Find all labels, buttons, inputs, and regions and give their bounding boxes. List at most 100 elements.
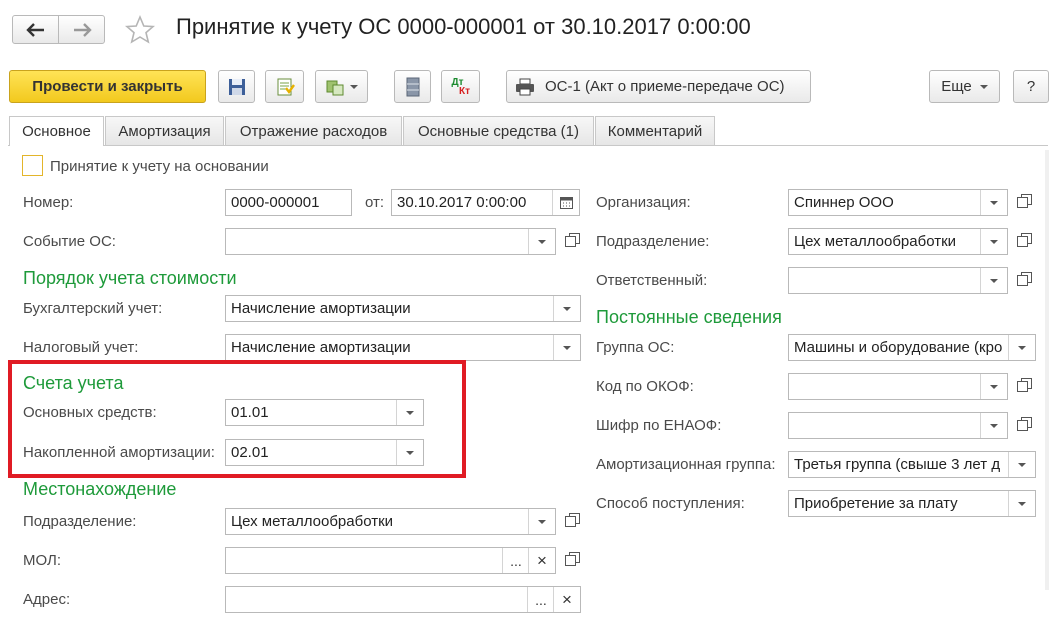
fixed-assets-account-select[interactable]: 01.01 xyxy=(225,399,424,426)
favorite-star-icon[interactable] xyxy=(124,14,156,46)
open-enaof-button[interactable] xyxy=(1011,412,1033,439)
address-clear-button[interactable]: × xyxy=(553,587,580,612)
floppy-disk-icon xyxy=(228,78,245,95)
chevron-down-icon[interactable] xyxy=(553,335,580,360)
chevron-down-icon[interactable] xyxy=(553,296,580,321)
help-label: ? xyxy=(1026,78,1036,95)
create-based-on-icon xyxy=(326,80,343,95)
more-button[interactable]: Еще xyxy=(929,70,1000,103)
register-movements-button[interactable] xyxy=(394,70,431,103)
chevron-down-icon[interactable] xyxy=(980,229,1007,254)
chevron-down-icon xyxy=(979,84,988,89)
chevron-down-icon[interactable] xyxy=(980,413,1007,438)
tab-fixed-assets[interactable]: Основные средства (1) xyxy=(403,116,594,145)
tab-expenses[interactable]: Отражение расходов xyxy=(225,116,402,145)
address-select-button[interactable]: ... xyxy=(527,587,554,612)
enaof-select[interactable] xyxy=(788,412,1008,439)
accounting-label: Бухгалтерский учет: xyxy=(23,300,163,317)
open-window-icon xyxy=(564,233,580,247)
print-form-button[interactable]: ОС-1 (Акт о приеме-передаче ОС) xyxy=(506,70,811,103)
number-input[interactable]: 0000-000001 xyxy=(225,189,352,216)
open-okof-button[interactable] xyxy=(1011,373,1033,400)
calendar-icon xyxy=(559,197,573,209)
responsible-select[interactable] xyxy=(788,267,1008,294)
event-select[interactable] xyxy=(225,228,556,255)
open-window-icon xyxy=(1016,194,1032,208)
chevron-down-icon[interactable] xyxy=(980,374,1007,399)
mol-select-button[interactable]: ... xyxy=(502,548,529,573)
open-window-icon xyxy=(564,552,580,566)
group-label: Группа ОС: xyxy=(596,339,675,356)
open-right-division-button[interactable] xyxy=(1011,228,1033,255)
mol-input[interactable]: ... × xyxy=(225,547,556,574)
arrow-right-icon xyxy=(73,22,92,37)
chevron-down-icon[interactable] xyxy=(396,400,423,425)
ellipsis-icon: ... xyxy=(510,552,522,569)
clear-icon: × xyxy=(562,589,572,609)
chevron-down-icon[interactable] xyxy=(396,440,423,465)
back-button[interactable] xyxy=(12,15,59,44)
more-label: Еще xyxy=(941,78,972,95)
database-icon xyxy=(406,77,419,96)
open-division-button[interactable] xyxy=(559,508,581,535)
chevron-down-icon[interactable] xyxy=(1008,452,1035,477)
tab-depreciation[interactable]: Амортизация xyxy=(105,116,224,145)
tab-comment-label: Комментарий xyxy=(607,122,703,140)
post-button[interactable] xyxy=(265,70,304,103)
chevron-down-icon[interactable] xyxy=(528,229,555,254)
date-input[interactable]: 30.10.2017 0:00:00 xyxy=(391,189,580,216)
open-window-icon xyxy=(1016,417,1032,431)
chevron-down-icon[interactable] xyxy=(980,268,1007,293)
tab-comment[interactable]: Комментарий xyxy=(595,116,715,145)
open-window-icon xyxy=(1016,378,1032,392)
organization-select[interactable]: Спиннер ООО xyxy=(788,189,1008,216)
printer-icon xyxy=(516,78,534,95)
tab-depreciation-label: Амортизация xyxy=(118,122,211,140)
help-button[interactable]: ? xyxy=(1013,70,1049,103)
forward-button[interactable] xyxy=(58,15,105,44)
depreciation-account-select[interactable]: 02.01 xyxy=(225,439,424,466)
page-title: Принятие к учету ОС 0000-000001 от 30.10… xyxy=(176,14,751,39)
post-and-close-button[interactable]: Провести и закрыть xyxy=(9,70,206,103)
open-responsible-button[interactable] xyxy=(1011,267,1033,294)
calendar-button[interactable] xyxy=(552,190,579,215)
address-input[interactable]: ... × xyxy=(225,586,581,613)
location-section-title: Местонахождение xyxy=(23,479,177,499)
chevron-down-icon xyxy=(349,84,358,89)
open-mol-button[interactable] xyxy=(559,547,581,574)
open-event-button[interactable] xyxy=(559,228,581,255)
clear-icon: × xyxy=(537,550,547,570)
division-select[interactable]: Цех металлообработки xyxy=(225,508,556,535)
dt-kt-button[interactable]: Дт Кт xyxy=(441,70,480,103)
accounting-select[interactable]: Начисление амортизации xyxy=(225,295,581,322)
mol-clear-button[interactable]: × xyxy=(528,548,555,573)
save-button[interactable] xyxy=(218,70,255,103)
post-document-icon xyxy=(277,78,295,95)
right-division-label: Подразделение: xyxy=(596,233,710,250)
chevron-down-icon[interactable] xyxy=(1008,335,1035,360)
group-select[interactable]: Машины и оборудование (кро xyxy=(788,334,1036,361)
chevron-down-icon[interactable] xyxy=(980,190,1007,215)
chevron-down-icon[interactable] xyxy=(528,509,555,534)
tax-select[interactable]: Начисление амортизации xyxy=(225,334,581,361)
vertical-scrollbar[interactable] xyxy=(1045,150,1049,590)
receipt-method-select[interactable]: Приобретение за плату xyxy=(788,490,1036,517)
mol-label: МОЛ: xyxy=(23,552,62,569)
amort-group-select[interactable]: Третья группа (свыше 3 лет д xyxy=(788,451,1036,478)
tab-main[interactable]: Основное xyxy=(9,116,104,146)
open-window-icon xyxy=(564,513,580,527)
okof-select[interactable] xyxy=(788,373,1008,400)
create-based-on-button[interactable] xyxy=(315,70,368,103)
date-from-label: от: xyxy=(365,194,385,211)
basis-checkbox[interactable] xyxy=(22,155,43,176)
event-label: Событие ОС: xyxy=(23,233,116,250)
right-division-select[interactable]: Цех металлообработки xyxy=(788,228,1008,255)
chevron-down-icon[interactable] xyxy=(1008,491,1035,516)
number-label: Номер: xyxy=(23,194,74,211)
cost-section-title: Порядок учета стоимости xyxy=(23,268,237,288)
tab-divider xyxy=(8,145,1048,146)
open-organization-button[interactable] xyxy=(1011,189,1033,216)
tab-expenses-label: Отражение расходов xyxy=(239,122,388,140)
okof-label: Код по ОКОФ: xyxy=(596,378,694,395)
address-label: Адрес: xyxy=(23,591,71,608)
